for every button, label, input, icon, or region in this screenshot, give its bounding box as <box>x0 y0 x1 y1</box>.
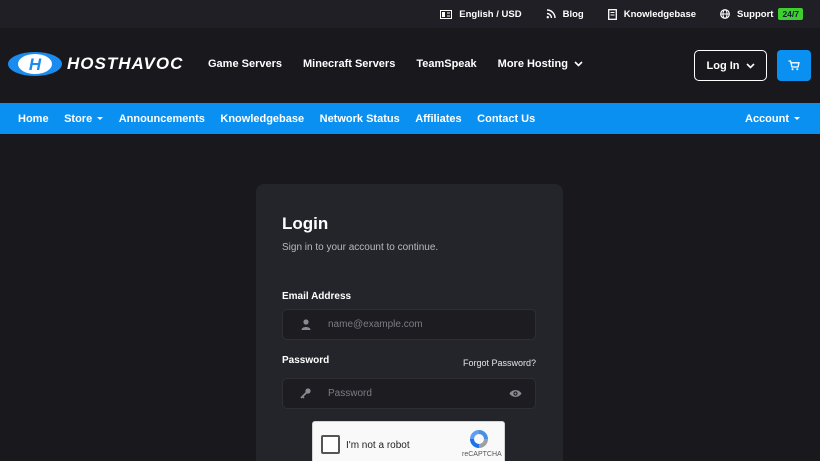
nav-more-hosting-label: More Hosting <box>497 58 568 70</box>
caret-down-icon <box>97 117 104 120</box>
globe-icon <box>720 9 730 19</box>
login-title: Login <box>282 214 329 233</box>
top-utility-bar: English / USD Blog Knowledgebase Support… <box>0 0 820 28</box>
cart-icon <box>788 60 800 71</box>
subnav-account-label: Account <box>745 112 789 125</box>
subnav-store-label: Store <box>64 112 93 125</box>
secondary-navigation: Home Store Announcements Knowledgebase N… <box>0 103 820 134</box>
nav-game-servers[interactable]: Game Servers <box>208 58 282 70</box>
rss-icon <box>546 9 556 19</box>
recaptcha-brand: reCAPTCHA <box>462 451 502 458</box>
user-icon <box>283 319 328 330</box>
password-input[interactable] <box>328 388 495 399</box>
nav-teamspeak[interactable]: TeamSpeak <box>416 58 476 70</box>
key-icon <box>283 388 328 399</box>
subnav-announcements[interactable]: Announcements <box>119 113 205 125</box>
language-label: English / USD <box>459 8 522 20</box>
forgot-password-link[interactable]: Forgot Password? <box>463 358 536 368</box>
subnav-affiliates[interactable]: Affiliates <box>415 113 461 125</box>
chevron-down-icon <box>745 62 755 69</box>
book-icon <box>607 8 617 20</box>
eye-icon[interactable] <box>495 389 535 398</box>
brand-name: HOSTHAVOC <box>67 54 184 73</box>
password-label: Password <box>282 355 330 366</box>
email-input[interactable] <box>328 319 535 330</box>
main-navigation: H HOSTHAVOC Game Servers Minecraft Serve… <box>0 28 820 103</box>
subnav-account[interactable]: Account <box>745 113 800 125</box>
chevron-down-icon <box>574 61 583 67</box>
knowledgebase-link[interactable]: Knowledgebase <box>607 8 697 20</box>
caret-down-icon <box>794 117 800 120</box>
cart-button[interactable] <box>777 50 811 81</box>
subnav-store[interactable]: Store <box>64 112 104 125</box>
recaptcha-logo-icon <box>470 430 488 448</box>
currency-icon <box>440 9 453 19</box>
knowledgebase-label: Knowledgebase <box>623 8 697 20</box>
support-label: Support <box>737 8 774 20</box>
login-card: Login Sign in to your account to continu… <box>256 184 563 461</box>
email-label: Email Address <box>282 291 352 302</box>
support-badge: 24/7 <box>778 8 803 20</box>
email-field[interactable] <box>282 309 536 340</box>
recaptcha-widget: I'm not a robot reCAPTCHA <box>312 421 505 461</box>
nav-links: Game Servers Minecraft Servers TeamSpeak… <box>208 28 604 100</box>
login-button-label: Log In <box>706 59 740 72</box>
subnav-contact-us[interactable]: Contact Us <box>477 113 535 125</box>
blog-label: Blog <box>562 8 584 20</box>
nav-minecraft-servers[interactable]: Minecraft Servers <box>303 58 395 70</box>
nav-more-hosting[interactable]: More Hosting <box>498 58 583 70</box>
recaptcha-label: I'm not a robot <box>346 440 410 451</box>
blog-link[interactable]: Blog <box>546 9 584 20</box>
subnav-knowledgebase[interactable]: Knowledgebase <box>220 113 304 125</box>
subnav-network-status[interactable]: Network Status <box>320 113 400 125</box>
svg-text:H: H <box>29 55 42 74</box>
support-link[interactable]: Support 24/7 <box>720 8 803 20</box>
brand-logo[interactable]: H HOSTHAVOC <box>7 50 183 78</box>
password-field[interactable] <box>282 378 536 409</box>
language-currency-selector[interactable]: English / USD <box>440 8 522 20</box>
hosthavoc-logo-icon: H <box>8 52 62 76</box>
subnav-home[interactable]: Home <box>18 113 49 125</box>
login-subtitle: Sign in to your account to continue. <box>282 242 439 253</box>
login-button[interactable]: Log In <box>694 50 767 81</box>
recaptcha-checkbox[interactable] <box>321 435 340 454</box>
